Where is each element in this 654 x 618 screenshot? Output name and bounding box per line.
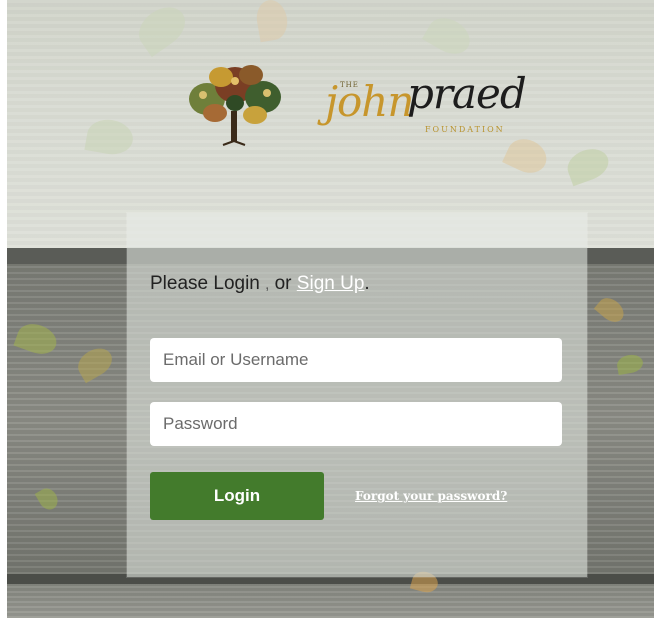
login-button[interactable]: Login (150, 472, 324, 520)
signup-link[interactable]: Sign Up (297, 273, 365, 294)
password-input[interactable] (150, 402, 562, 446)
foundation-logo: THE john praed FOUNDATION (185, 55, 527, 150)
login-prompt: Please Login , or Sign Up. (150, 273, 370, 295)
wood-plank-bottom (7, 584, 654, 618)
login-panel: Please Login , or Sign Up. Login Forgot … (127, 213, 587, 577)
logo-praed-text: praed (407, 69, 527, 118)
prompt-or: or (274, 273, 292, 294)
prompt-period: . (364, 273, 370, 294)
prompt-text: Please Login (150, 273, 260, 294)
panel-header-strip (127, 213, 587, 247)
logo-foundation-text: FOUNDATION (425, 125, 505, 134)
forgot-password-link[interactable]: Forgot your password? (355, 489, 507, 503)
tree-logo-icon (189, 65, 281, 146)
logo-john-text: john (325, 77, 414, 126)
email-username-input[interactable] (150, 338, 562, 382)
prompt-separator: , (265, 276, 270, 293)
